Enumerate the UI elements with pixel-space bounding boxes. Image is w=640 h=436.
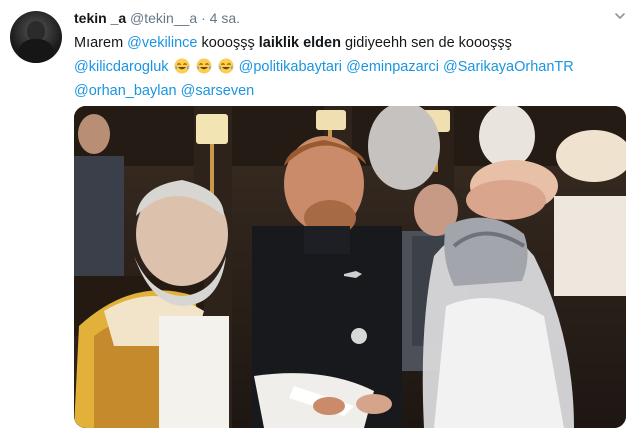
tweet-media-photo[interactable] (74, 106, 626, 428)
avatar[interactable] (10, 11, 62, 63)
text-segment: koooşşş (197, 35, 259, 51)
bold-phrase: laiklik elden (258, 35, 341, 51)
tweet-text: Mıarem @vekilince koooşşş laiklik elden … (74, 31, 622, 103)
mention-vekilince[interactable]: @vekilince (127, 35, 197, 51)
face-with-tears-of-joy-icon (218, 58, 234, 74)
timestamp[interactable]: 4 sa. (210, 10, 240, 26)
mention-orhan-baylan[interactable]: @orhan_baylan (74, 83, 177, 99)
tweet-card[interactable]: tekin _a @tekin__a · 4 sa. Mıarem @vekil… (0, 0, 640, 436)
mention-sarikayaorhantr[interactable]: @SarikayaOrhanTR (443, 59, 574, 75)
user-handle[interactable]: @tekin__a (130, 10, 197, 26)
face-with-tears-of-joy-icon (174, 58, 190, 74)
wedding-ceremony-photo (74, 106, 626, 428)
mention-eminpazarci[interactable]: @eminpazarci (346, 59, 439, 75)
mention-sarseven[interactable]: @sarseven (181, 83, 255, 99)
mention-politikabaytari[interactable]: @politikabaytari (239, 59, 342, 75)
text-prefix: Mıarem (74, 35, 128, 51)
display-name[interactable]: tekin _a (74, 10, 126, 26)
tweet-header: tekin _a @tekin__a · 4 sa. (74, 9, 240, 27)
chevron-down-icon[interactable] (614, 10, 626, 22)
meta-separator: · (201, 10, 206, 26)
text-segment: gidiyeehh sen de koooşşş (340, 35, 512, 51)
mention-kilicdarogluk[interactable]: @kilicdarogluk (74, 59, 169, 75)
face-with-tears-of-joy-icon (196, 58, 212, 74)
